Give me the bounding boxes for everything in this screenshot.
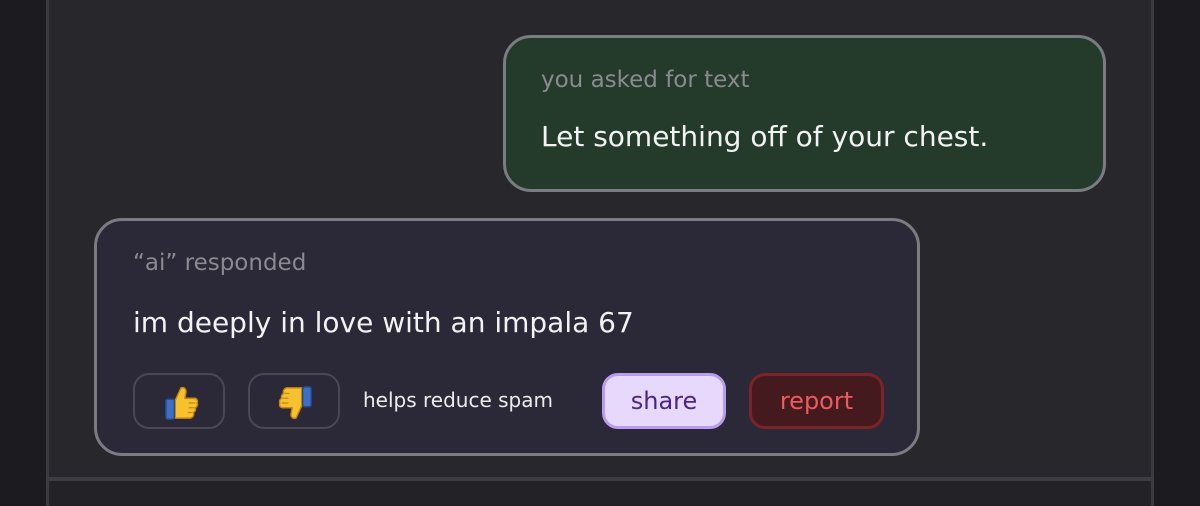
ai-message-caption: “ai” responded [133, 250, 307, 276]
thumbs-up-button[interactable] [133, 373, 225, 429]
user-message-bubble: you asked for text Let something off of … [503, 35, 1106, 192]
user-message-caption: you asked for text [541, 67, 750, 93]
thumbs-down-icon [278, 386, 312, 420]
panel-footer [49, 481, 1151, 506]
ai-message-bubble: “ai” responded im deeply in love with an… [94, 218, 920, 456]
thumbs-up-icon [165, 386, 199, 420]
chat-page: you asked for text Let something off of … [0, 0, 1200, 506]
user-message-text: Let something off of your chest. [541, 120, 989, 153]
message-action-row: helps reduce spam share report [133, 373, 893, 429]
thumbs-down-button[interactable] [248, 373, 340, 429]
spam-note: helps reduce spam [363, 388, 553, 412]
ai-message-text: im deeply in love with an impala 67 [133, 306, 634, 339]
share-button[interactable]: share [602, 373, 726, 429]
report-button[interactable]: report [749, 373, 884, 429]
